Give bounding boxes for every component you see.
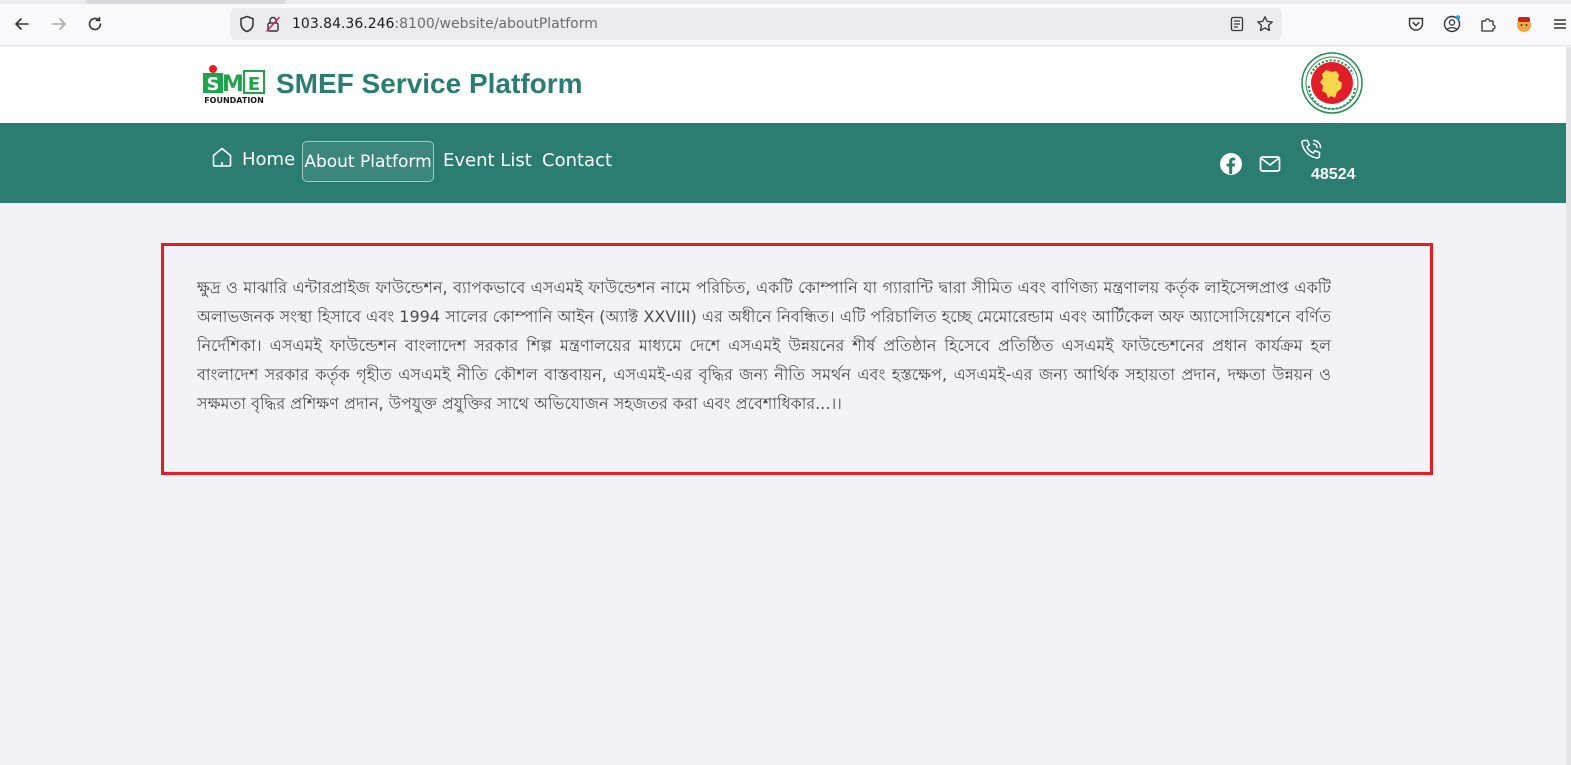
reload-icon[interactable] (83, 12, 107, 36)
extensions-icon[interactable] (1477, 13, 1499, 35)
nav-home[interactable]: Home (210, 145, 295, 174)
smef-logo[interactable]: S M E FOUNDATION (203, 65, 265, 105)
about-content-box: ক্ষুদ্র ও মাঝারি এন্টারপ্রাইজ ফাউন্ডেশন,… (161, 243, 1433, 475)
insecure-lock-icon[interactable] (264, 15, 282, 33)
email-icon[interactable] (1257, 151, 1283, 177)
url-path: :8100/website/aboutPlatform (394, 16, 598, 32)
logo-letter-m: M (222, 72, 244, 97)
pocket-icon[interactable] (1405, 13, 1427, 35)
brand-title[interactable]: SMEF Service Platform (276, 68, 583, 100)
home-icon (210, 145, 234, 174)
tab-strip (0, 0, 1571, 4)
main-navbar: Home About Platform Event List Contact 4… (0, 123, 1566, 203)
about-description: ক্ষুদ্র ও মাঝারি এন্টারপ্রাইজ ফাউন্ডেশন,… (197, 278, 1331, 413)
logo-letter-s: S (207, 74, 220, 95)
active-tab[interactable] (86, 0, 286, 4)
back-arrow-icon[interactable] (10, 12, 34, 36)
extension-avatar-icon[interactable] (1513, 13, 1535, 35)
bookmark-star-icon[interactable] (1256, 15, 1274, 33)
nav-about-platform[interactable]: About Platform (302, 141, 434, 182)
url-host: 103.84.36.246 (292, 16, 395, 32)
forward-arrow-icon[interactable] (47, 12, 71, 36)
nav-contact[interactable]: Contact (542, 150, 612, 171)
nav-about-label: About Platform (304, 151, 432, 172)
phone-icon[interactable] (1298, 137, 1324, 163)
page-scrollbar[interactable] (1566, 47, 1571, 765)
site-header: S M E FOUNDATION SMEF Service Platform (0, 47, 1566, 123)
browser-toolbar: 103.84.36.246:8100/website/aboutPlatform (0, 0, 1571, 46)
url-text[interactable]: 103.84.36.246:8100/website/aboutPlatform (292, 16, 598, 32)
hotline-number[interactable]: 48524 (1311, 166, 1356, 184)
logo-foundation-text: FOUNDATION (204, 96, 264, 105)
facebook-icon[interactable] (1218, 151, 1244, 177)
bangladesh-govt-seal (1301, 52, 1363, 114)
logo-letter-e: E (248, 74, 260, 95)
account-icon[interactable] (1441, 13, 1463, 35)
reader-view-icon[interactable] (1228, 15, 1246, 33)
shield-icon[interactable] (238, 15, 256, 33)
address-bar[interactable]: 103.84.36.246:8100/website/aboutPlatform (230, 8, 1282, 40)
menu-icon[interactable] (1549, 13, 1571, 35)
nav-event-list[interactable]: Event List (443, 150, 532, 171)
nav-home-label: Home (242, 149, 296, 170)
